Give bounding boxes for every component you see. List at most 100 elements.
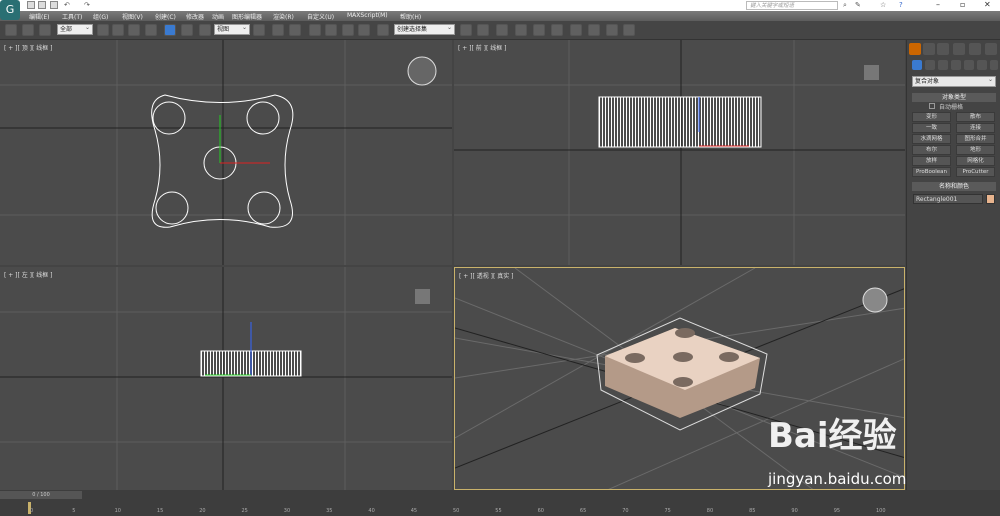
helpers-icon[interactable] xyxy=(964,60,974,70)
open-file-icon[interactable] xyxy=(38,1,46,9)
undo-icon[interactable]: ↶ xyxy=(64,1,70,9)
unlink-icon[interactable] xyxy=(22,24,34,36)
object-color-swatch[interactable] xyxy=(986,194,995,204)
named-selection-dropdown[interactable]: 创建选择集 xyxy=(394,23,455,35)
angle-snap-icon[interactable] xyxy=(325,24,337,36)
hierarchy-tab-icon[interactable] xyxy=(937,43,949,55)
track-bar[interactable]: 0 5 10 15 20 25 30 35 40 45 50 55 60 65 70 75 80 85 90 95 10… xyxy=(0,490,1000,516)
select-object-icon[interactable] xyxy=(97,24,109,36)
render-setup-icon[interactable] xyxy=(588,24,600,36)
render-teapot-icon[interactable] xyxy=(623,24,635,36)
curve-editor-icon[interactable] xyxy=(533,24,545,36)
selection-region-icon[interactable] xyxy=(128,24,140,36)
bind-spacewarp-icon[interactable] xyxy=(39,24,51,36)
snap-toggle-icon[interactable] xyxy=(309,24,321,36)
select-manipulate-icon[interactable] xyxy=(272,24,284,36)
menu-modifiers[interactable]: 修改器 xyxy=(186,12,204,21)
minimize-button[interactable]: – xyxy=(936,0,940,9)
blobmesh-button[interactable]: 水滴网格 xyxy=(912,134,951,144)
shapemerge-button[interactable]: 图形合并 xyxy=(956,134,995,144)
search-input[interactable]: 键入关键字或短语 xyxy=(746,1,838,10)
pivot-center-icon[interactable] xyxy=(253,24,265,36)
menu-rendering[interactable]: 渲染(R) xyxy=(273,12,294,21)
menu-tools[interactable]: 工具(T) xyxy=(62,12,82,21)
loft-button[interactable]: 放样 xyxy=(912,156,951,166)
layer-manager-icon[interactable] xyxy=(496,24,508,36)
menu-graph-editors[interactable]: 图形编辑器 xyxy=(232,12,262,21)
new-file-icon[interactable] xyxy=(27,1,35,9)
percent-snap-icon[interactable] xyxy=(342,24,354,36)
mirror-icon[interactable] xyxy=(460,24,472,36)
close-button[interactable]: ✕ xyxy=(984,0,991,9)
shapes-icon[interactable] xyxy=(925,60,935,70)
display-tab-icon[interactable] xyxy=(969,43,981,55)
select-by-name-icon[interactable] xyxy=(112,24,124,36)
menu-help[interactable]: 帮助(H) xyxy=(400,12,421,21)
menu-edit[interactable]: 编辑(E) xyxy=(29,12,49,21)
timeline-tick: 35 xyxy=(326,508,333,514)
conform-button[interactable]: 一致 xyxy=(912,123,951,133)
rotate-icon[interactable] xyxy=(181,24,193,36)
lights-icon[interactable] xyxy=(938,60,948,70)
menu-bar: 编辑(E) 工具(T) 组(G) 视图(V) 创建(C) 修改器 动画 图形编辑… xyxy=(0,11,1000,21)
viewport-label[interactable]: [ + ][ 前 ][ 线框 ] xyxy=(458,43,507,52)
window-crossing-icon[interactable] xyxy=(145,24,157,36)
viewport-label[interactable]: [ + ][ 透视 ][ 真实 ] xyxy=(459,271,514,280)
mesher-button[interactable]: 网格化 xyxy=(956,156,995,166)
scene-explorer-icon[interactable] xyxy=(515,24,527,36)
rendered-frame-icon[interactable] xyxy=(606,24,618,36)
category-dropdown[interactable]: 复合对象 xyxy=(912,75,996,87)
object-name-input[interactable]: Rectangle001 xyxy=(913,194,983,204)
selection-filter-dropdown[interactable]: 全部 xyxy=(57,23,93,35)
move-icon[interactable] xyxy=(164,24,176,36)
name-color-rollout[interactable]: 名称和颜色 xyxy=(912,182,996,191)
boolean-button[interactable]: 布尔 xyxy=(912,145,951,155)
menu-create[interactable]: 创建(C) xyxy=(155,12,176,21)
redo-icon[interactable]: ↷ xyxy=(84,1,90,9)
cameras-icon[interactable] xyxy=(951,60,961,70)
connect-button[interactable]: 连接 xyxy=(956,123,995,133)
keyboard-shortcut-icon[interactable] xyxy=(289,24,301,36)
object-type-rollout[interactable]: 对象类型 xyxy=(912,93,996,102)
wrench-icon[interactable]: ✎ xyxy=(855,1,861,9)
material-editor-icon[interactable] xyxy=(570,24,582,36)
viewport-top[interactable]: [ + ][ 顶 ][ 线框 ] xyxy=(0,40,452,265)
menu-view[interactable]: 视图(V) xyxy=(122,12,143,21)
menu-customize[interactable]: 自定义(U) xyxy=(307,12,334,21)
edit-named-selection-icon[interactable] xyxy=(377,24,389,36)
proboolean-button[interactable]: ProBoolean xyxy=(912,167,951,177)
help-icon[interactable]: ? xyxy=(899,1,903,9)
scale-icon[interactable] xyxy=(199,24,211,36)
link-icon[interactable] xyxy=(5,24,17,36)
align-icon[interactable] xyxy=(477,24,489,36)
maximize-button[interactable]: ▫ xyxy=(960,0,965,9)
autogrid-checkbox[interactable] xyxy=(929,103,935,109)
terrain-button[interactable]: 地形 xyxy=(956,145,995,155)
binoculars-icon[interactable]: ⌕ xyxy=(843,1,847,10)
spacewarps-icon[interactable] xyxy=(977,60,987,70)
create-tab-icon[interactable] xyxy=(909,43,921,55)
save-icon[interactable] xyxy=(50,1,58,9)
app-logo[interactable]: G xyxy=(0,0,20,20)
schematic-view-icon[interactable] xyxy=(551,24,563,36)
motion-tab-icon[interactable] xyxy=(953,43,965,55)
spinner-snap-icon[interactable] xyxy=(358,24,370,36)
viewport-label[interactable]: [ + ][ 顶 ][ 线框 ] xyxy=(4,43,53,52)
menu-animation[interactable]: 动画 xyxy=(212,12,224,21)
systems-icon[interactable] xyxy=(990,60,998,70)
procutter-button[interactable]: ProCutter xyxy=(956,167,995,177)
star-icon[interactable]: ☆ xyxy=(880,1,886,9)
morph-button[interactable]: 变形 xyxy=(912,112,951,122)
viewport-left[interactable]: [ + ][ 左 ][ 线框 ] xyxy=(0,267,452,490)
viewport-label[interactable]: [ + ][ 左 ][ 线框 ] xyxy=(4,270,53,279)
timeline-tick: 0 xyxy=(30,508,34,514)
menu-group[interactable]: 组(G) xyxy=(93,12,108,21)
modify-tab-icon[interactable] xyxy=(923,43,935,55)
menu-maxscript[interactable]: MAXScript(M) xyxy=(347,12,388,19)
viewport-front[interactable]: [ + ][ 前 ][ 线框 ] xyxy=(454,40,905,265)
scatter-button[interactable]: 散布 xyxy=(956,112,995,122)
geometry-icon[interactable] xyxy=(912,60,922,70)
left-view-canvas xyxy=(0,267,452,490)
utilities-tab-icon[interactable] xyxy=(985,43,997,55)
reference-coord-dropdown[interactable]: 视图 xyxy=(214,23,250,35)
